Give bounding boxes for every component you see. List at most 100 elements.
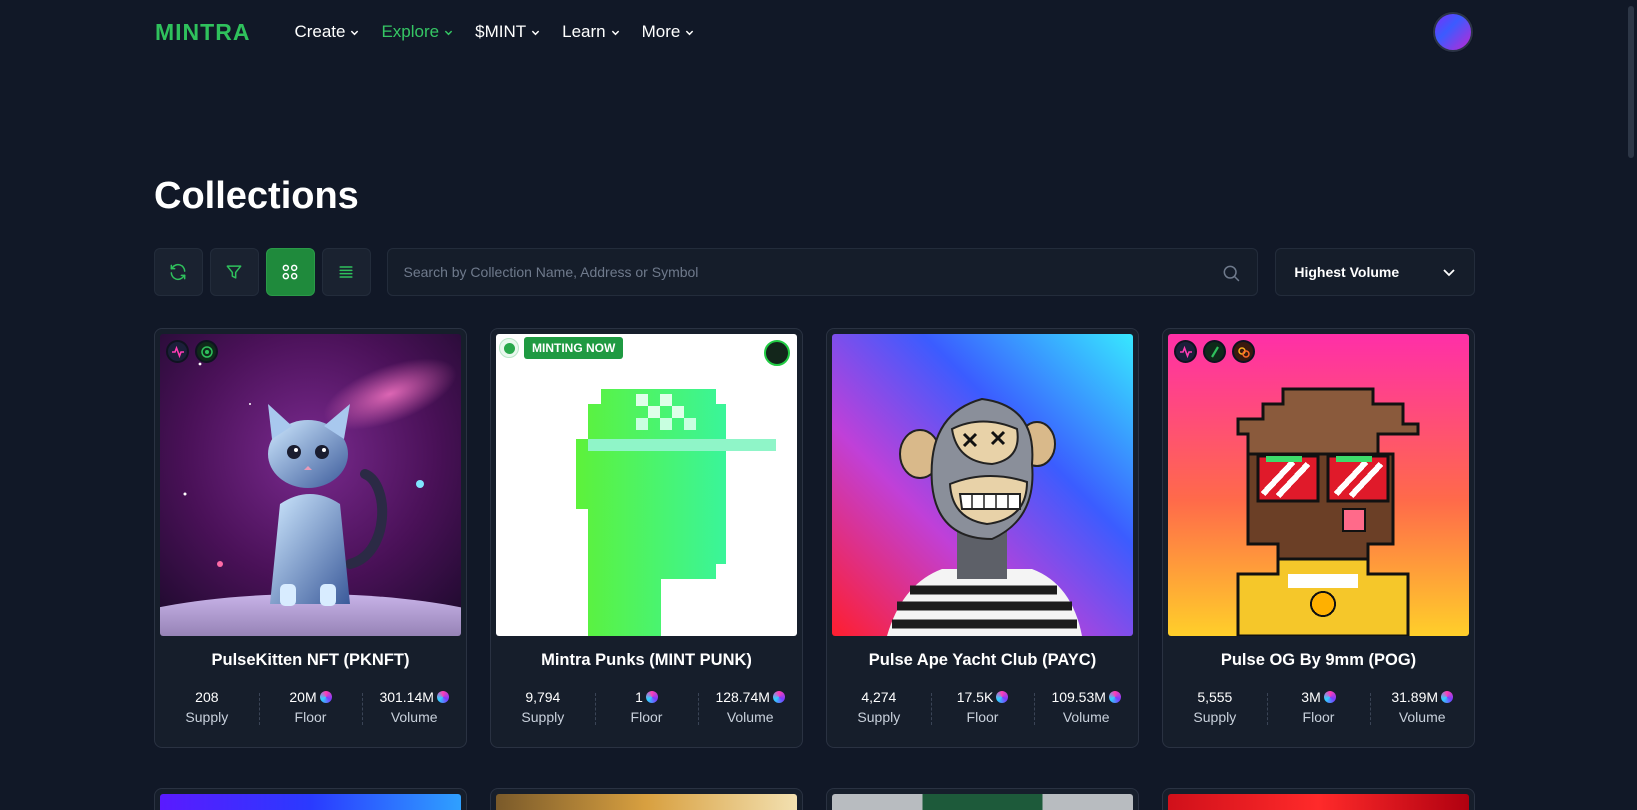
chevron-down-icon xyxy=(531,30,540,35)
nav-learn[interactable]: Learn xyxy=(562,22,619,42)
nav-create-label: Create xyxy=(294,22,346,41)
page-scrollbar[interactable] xyxy=(1625,0,1637,810)
pls-token-icon xyxy=(1323,691,1336,703)
stat-floor: 3M Floor xyxy=(1266,687,1371,733)
collection-image xyxy=(832,334,1133,636)
nav-learn-label: Learn xyxy=(562,22,606,41)
floor-value: 3M xyxy=(1301,689,1321,705)
minting-status: MINTING NOW xyxy=(499,337,624,359)
nav-create[interactable]: Create xyxy=(294,22,359,42)
slash-token-icon xyxy=(1203,340,1226,363)
volume-value: 128.74M xyxy=(715,689,770,705)
collection-card[interactable] xyxy=(154,788,467,810)
volume-value: 31.89M xyxy=(1391,689,1439,705)
supply-value: 208 xyxy=(195,689,219,705)
pls-token-icon xyxy=(436,691,449,703)
volume-label: Volume xyxy=(390,709,438,725)
page-title: Collections xyxy=(154,175,359,217)
volume-value: 301.14M xyxy=(379,689,434,705)
grid-view-icon xyxy=(282,264,298,280)
sort-dropdown-label: Highest Volume xyxy=(1294,264,1400,280)
collection-image xyxy=(1168,334,1469,636)
pls-token-icon xyxy=(645,691,658,703)
stat-volume: 109.53M Volume xyxy=(1034,687,1138,733)
floor-label: Floor xyxy=(630,709,663,725)
collection-stats: 208 Supply 20M Floor 301.14M Volume xyxy=(155,687,466,733)
supply-value: 5,555 xyxy=(1197,689,1233,705)
supply-label: Supply xyxy=(1193,709,1237,725)
hex-token-icon xyxy=(1232,340,1255,363)
chevron-down-icon xyxy=(351,30,359,35)
user-avatar[interactable] xyxy=(1433,12,1473,52)
supply-value: 4,274 xyxy=(861,689,897,705)
nav-explore[interactable]: Explore xyxy=(381,22,453,42)
stat-volume: 128.74M Volume xyxy=(698,687,802,733)
collection-stats: 4,274 Supply 17.5K Floor 109.53M Volume xyxy=(827,687,1138,733)
collection-card[interactable]: Pulse OG By 9mm (POG) 5,555 Supply 3M Fl… xyxy=(1162,328,1475,748)
supply-label: Supply xyxy=(521,709,565,725)
sort-dropdown[interactable]: Highest Volume xyxy=(1275,248,1475,296)
nav-more[interactable]: More xyxy=(642,22,695,42)
chevron-down-icon xyxy=(686,30,694,35)
grid-view-toggle[interactable] xyxy=(265,248,315,296)
collection-image xyxy=(496,794,797,810)
nav-mint-token-label: $MINT xyxy=(475,22,527,41)
collection-stats: 5,555 Supply 3M Floor 31.89M Volume xyxy=(1163,687,1474,733)
pulsechain-icon xyxy=(166,340,189,363)
stat-supply: 9,794 Supply xyxy=(491,687,595,733)
volume-label: Volume xyxy=(1062,709,1110,725)
collection-card[interactable] xyxy=(1162,788,1475,810)
collection-image xyxy=(832,794,1133,810)
collection-image xyxy=(160,334,461,636)
collection-card[interactable] xyxy=(826,788,1139,810)
search-icon[interactable] xyxy=(1221,263,1241,283)
supply-value: 9,794 xyxy=(525,689,561,705)
stat-floor: 1 Floor xyxy=(594,687,699,733)
chain-badges xyxy=(1174,340,1261,363)
list-view-toggle[interactable] xyxy=(321,248,371,296)
supply-label: Supply xyxy=(185,709,229,725)
filter-button[interactable] xyxy=(209,248,259,296)
collection-card[interactable]: Pulse Ape Yacht Club (PAYC) 4,274 Supply… xyxy=(826,328,1139,748)
filter-icon xyxy=(226,265,242,279)
collection-card[interactable]: PulseKitten NFT (PKNFT) 208 Supply 20M F… xyxy=(154,328,467,748)
refresh-icon xyxy=(171,263,186,281)
collection-name: Pulse Ape Yacht Club (PAYC) xyxy=(868,651,1097,669)
floor-label: Floor xyxy=(966,709,999,725)
collection-name: PulseKitten NFT (PKNFT) xyxy=(211,651,410,669)
collection-card[interactable]: MINTING NOW Mintra Punks (MINT PUNK) 9,7… xyxy=(490,328,803,748)
search-box xyxy=(386,248,1259,296)
nav-mint-token[interactable]: $MINT xyxy=(475,22,540,42)
volume-label: Volume xyxy=(726,709,774,725)
stat-supply: 4,274 Supply xyxy=(827,687,931,733)
stat-supply: 5,555 Supply xyxy=(1163,687,1267,733)
collection-image xyxy=(160,794,461,810)
stat-volume: 301.14M Volume xyxy=(362,687,466,733)
floor-value: 1 xyxy=(635,689,643,705)
collection-card[interactable] xyxy=(490,788,803,810)
supply-label: Supply xyxy=(857,709,901,725)
list-view-icon xyxy=(339,266,353,278)
floor-label: Floor xyxy=(1302,709,1335,725)
collection-image xyxy=(1168,794,1469,810)
search-input[interactable] xyxy=(403,264,1242,280)
pulsechain-icon xyxy=(1174,340,1197,363)
collection-name: Pulse OG By 9mm (POG) xyxy=(1220,651,1417,669)
stat-floor: 20M Floor xyxy=(258,687,363,733)
scrollbar-thumb[interactable] xyxy=(1628,6,1634,158)
floor-value: 17.5K xyxy=(956,689,994,705)
chevron-down-icon xyxy=(611,30,619,35)
collection-stats: 9,794 Supply 1 Floor 128.74M Volume xyxy=(491,687,802,733)
stat-volume: 31.89M Volume xyxy=(1370,687,1474,733)
floor-value: 20M xyxy=(289,689,317,705)
minting-badge: MINTING NOW xyxy=(524,337,624,359)
stat-supply: 208 Supply xyxy=(155,687,259,733)
pls-token-icon xyxy=(996,691,1009,703)
refresh-button[interactable] xyxy=(154,248,203,296)
pls-token-icon xyxy=(1108,691,1121,703)
collection-name: Mintra Punks (MINT PUNK) xyxy=(541,651,752,669)
nav-more-label: More xyxy=(641,22,681,41)
chevron-down-icon xyxy=(444,30,453,35)
brand-logo[interactable]: MINTRA xyxy=(155,19,250,46)
volume-label: Volume xyxy=(1398,709,1446,725)
